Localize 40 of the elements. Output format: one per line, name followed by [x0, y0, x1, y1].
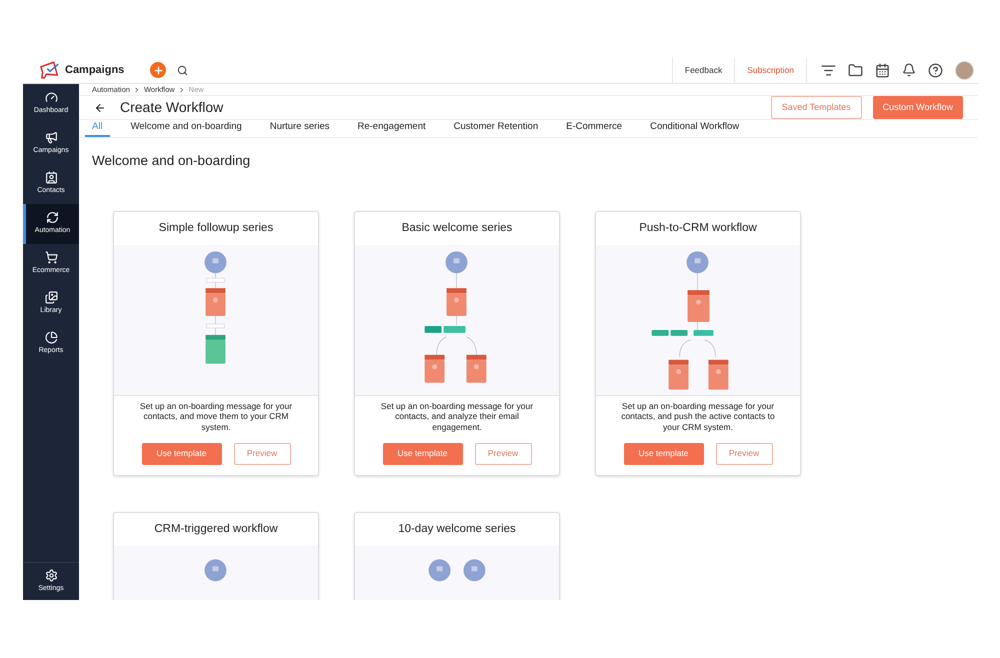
page-title: Create Workflow — [120, 98, 224, 118]
chevron-icon — [134, 86, 139, 93]
card-title: Simple followup series — [158, 220, 274, 236]
category-tab[interactable]: Conditional Workflow — [643, 120, 746, 136]
cart-icon — [44, 251, 58, 264]
folder-icon[interactable] — [848, 62, 863, 78]
category-tab[interactable]: Customer Retention — [446, 120, 546, 136]
settings-icon — [44, 568, 58, 582]
gauge-icon — [44, 91, 58, 104]
help-icon[interactable] — [928, 62, 943, 78]
category-tab[interactable]: Re-engagement — [350, 120, 433, 136]
category-tab[interactable]: Nurture series — [262, 120, 336, 136]
add-button[interactable] — [150, 62, 166, 78]
back-arrow-icon[interactable] — [94, 102, 106, 114]
category-tab[interactable]: E-Commerce — [559, 120, 630, 136]
megaphone-logo-icon — [39, 60, 61, 80]
top-link[interactable]: Feedback — [672, 57, 734, 83]
app-name: Campaigns — [65, 62, 126, 78]
card-description: Set up an on-boarding message for your contacts, and move them to your CRM system. — [114, 394, 318, 439]
avatar[interactable] — [955, 60, 974, 80]
contact-card-icon — [44, 171, 58, 184]
card-title: Push-to-CRM workflow — [638, 220, 758, 236]
card-title: CRM-triggered workflow — [153, 522, 279, 537]
category-tab[interactable]: Welcome and on-boarding — [124, 120, 249, 136]
chevron-icon — [180, 86, 184, 93]
card-title: Basic welcome series — [400, 220, 514, 236]
card-description: Set up an on-boarding message for your contacts, and push the active contacts to your CRM system. — [596, 394, 800, 439]
category-tab[interactable]: All — [85, 120, 110, 136]
card-title: 10-day welcome series — [397, 522, 517, 537]
calendar-icon[interactable] — [875, 62, 890, 78]
search-icon[interactable] — [177, 64, 188, 76]
section-title: Welcome and on-boarding — [91, 152, 252, 170]
refresh-icon — [46, 211, 59, 224]
notification-icon[interactable] — [902, 63, 916, 77]
pie-chart-icon — [44, 331, 58, 344]
images-icon — [44, 291, 58, 304]
plus-icon — [152, 64, 164, 76]
top-link[interactable]: Subscription — [734, 57, 806, 83]
megaphone-icon — [44, 131, 58, 144]
card-description: Set up an on-boarding message for your contacts, and analyze their email engagement. — [355, 394, 559, 439]
